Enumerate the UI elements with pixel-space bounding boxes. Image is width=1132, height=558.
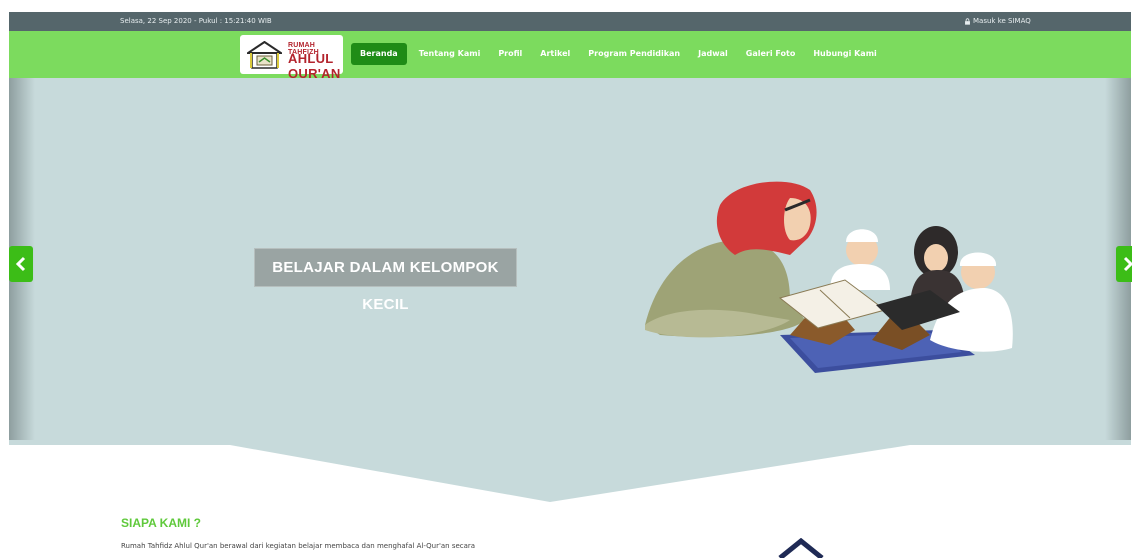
- top-info-bar: Selasa, 22 Sep 2020 - Pukul : 15:21:40 W…: [9, 12, 1131, 31]
- nav-item-galeri-foto[interactable]: Galeri Foto: [737, 43, 805, 65]
- about-text: Rumah Tahfidz Ahlul Qur'an berawal dari …: [121, 542, 476, 550]
- lock-icon: [965, 17, 970, 25]
- nav-menu: Beranda Tentang Kami Profil Artikel Prog…: [351, 43, 886, 65]
- house-logo-icon: [247, 41, 282, 69]
- section-chevron-divider: [9, 440, 1131, 502]
- logo-line-2: AHLUL QUR'AN: [288, 51, 341, 81]
- slider-next-button[interactable]: [1116, 246, 1132, 282]
- current-datetime: Selasa, 22 Sep 2020 - Pukul : 15:21:40 W…: [120, 17, 272, 25]
- nav-item-program-pendidikan[interactable]: Program Pendidikan: [579, 43, 689, 65]
- teacher-students-illustration: [645, 181, 1013, 373]
- main-navbar: RUMAH TAHFIZH AHLUL QUR'AN Beranda Tenta…: [9, 31, 1131, 81]
- about-logo-icon: [778, 538, 824, 558]
- site-logo[interactable]: RUMAH TAHFIZH AHLUL QUR'AN: [240, 35, 343, 81]
- slider-prev-button[interactable]: [9, 246, 33, 282]
- nav-item-artikel[interactable]: Artikel: [531, 43, 579, 65]
- about-title: SIAPA KAMI ?: [121, 516, 201, 530]
- slide-caption: BELAJAR DALAM KELOMPOK KECIL: [254, 248, 517, 313]
- nav-item-hubungi-kami[interactable]: Hubungi Kami: [804, 43, 885, 65]
- nav-item-jadwal[interactable]: Jadwal: [689, 43, 737, 65]
- nav-item-tentang-kami[interactable]: Tentang Kami: [410, 43, 490, 65]
- login-label: Masuk ke SIMAQ: [973, 17, 1031, 25]
- nav-item-profil[interactable]: Profil: [489, 43, 531, 65]
- about-section: SIAPA KAMI ? Rumah Tahfidz Ahlul Qur'an …: [121, 516, 475, 550]
- chevron-right-icon: [1123, 256, 1132, 272]
- nav-item-beranda[interactable]: Beranda: [351, 43, 407, 65]
- login-link[interactable]: Masuk ke SIMAQ: [964, 17, 1031, 25]
- chevron-left-icon: [15, 256, 26, 272]
